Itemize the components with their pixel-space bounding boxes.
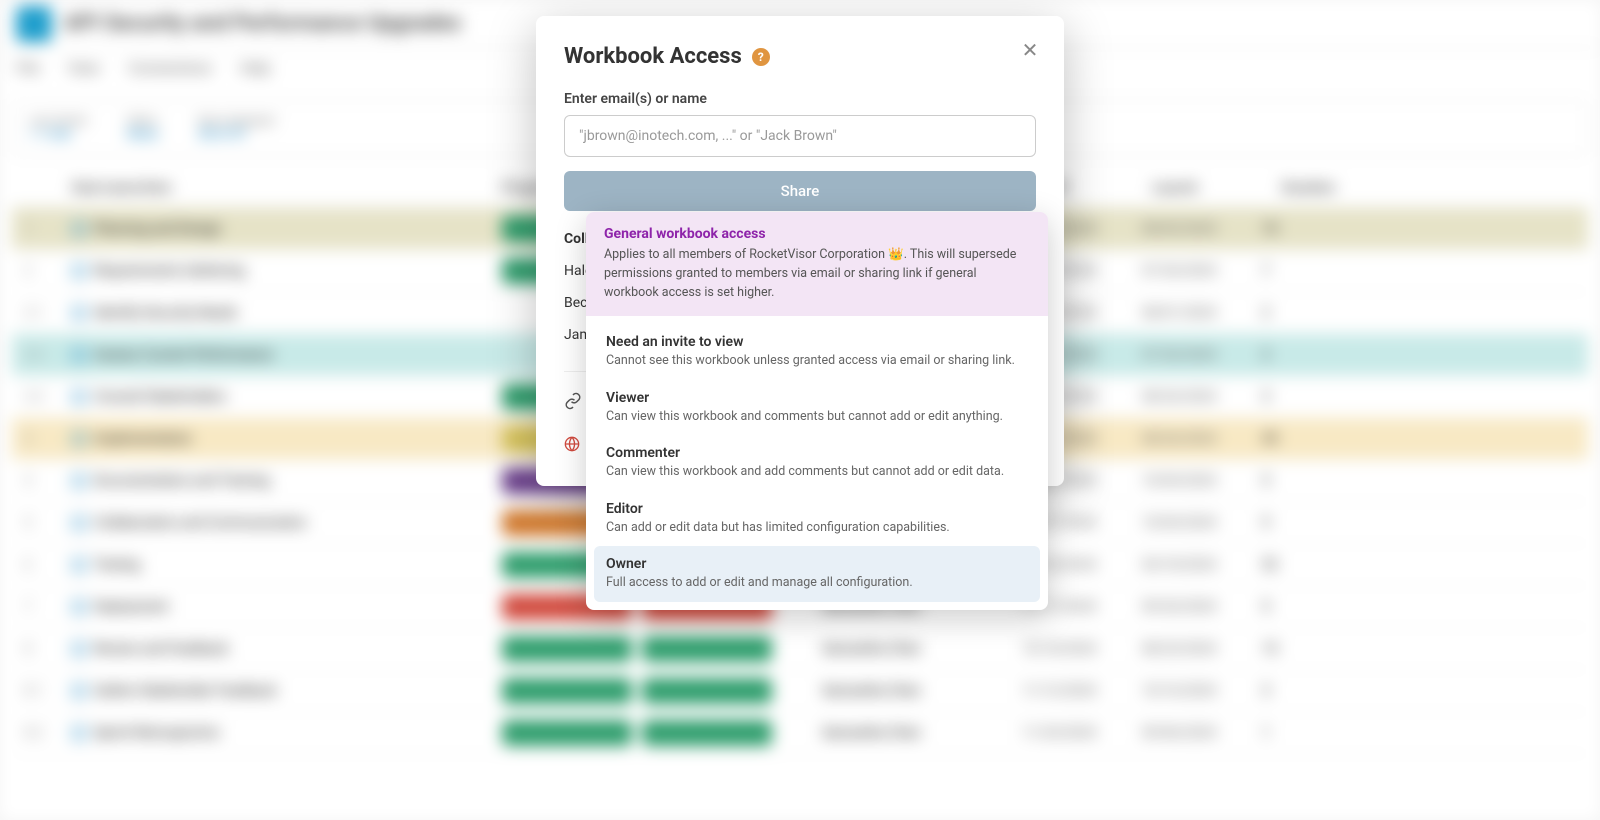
email-field-label: Enter email(s) or name xyxy=(564,91,1036,107)
access-option-desc: Can view this workbook and comments but … xyxy=(606,408,1028,426)
modal-title-text: Workbook Access xyxy=(564,44,742,69)
access-option-title: Viewer xyxy=(606,390,1028,406)
access-option-title: Editor xyxy=(606,501,1028,517)
link-icon xyxy=(564,392,582,410)
access-option-need-an-invite-to-view[interactable]: Need an invite to view Cannot see this wo… xyxy=(594,324,1040,380)
dropdown-header: General workbook access Applies to all m… xyxy=(586,212,1048,316)
access-option-desc: Full access to add or edit and manage al… xyxy=(606,574,1028,592)
access-option-desc: Can add or edit data but has limited con… xyxy=(606,519,1028,537)
access-option-viewer[interactable]: Viewer Can view this workbook and comment… xyxy=(594,380,1040,436)
help-icon[interactable]: ? xyxy=(752,48,770,66)
workbook-access-modal: Workbook Access ? ✕ Enter email(s) or na… xyxy=(536,16,1064,486)
access-option-commenter[interactable]: Commenter Can view this workbook and add … xyxy=(594,435,1040,491)
globe-icon xyxy=(564,436,580,452)
modal-title: Workbook Access ? xyxy=(564,44,1036,69)
access-option-title: Need an invite to view xyxy=(606,334,1028,350)
email-input[interactable] xyxy=(564,115,1036,157)
close-icon[interactable]: ✕ xyxy=(1018,38,1042,62)
access-option-editor[interactable]: Editor Can add or edit data but has limit… xyxy=(594,491,1040,547)
dropdown-header-desc: Applies to all members of RocketVisor Co… xyxy=(604,246,1030,302)
share-button[interactable]: Share xyxy=(564,171,1036,211)
access-option-desc: Cannot see this workbook unless granted … xyxy=(606,352,1028,370)
access-option-title: Commenter xyxy=(606,445,1028,461)
access-dropdown-panel: General workbook access Applies to all m… xyxy=(586,212,1048,610)
access-option-title: Owner xyxy=(606,556,1028,572)
access-option-owner[interactable]: Owner Full access to add or edit and mana… xyxy=(594,546,1040,602)
access-option-desc: Can view this workbook and add comments … xyxy=(606,463,1028,481)
modal-overlay: Workbook Access ? ✕ Enter email(s) or na… xyxy=(0,0,1600,820)
dropdown-header-title: General workbook access xyxy=(604,226,1030,242)
